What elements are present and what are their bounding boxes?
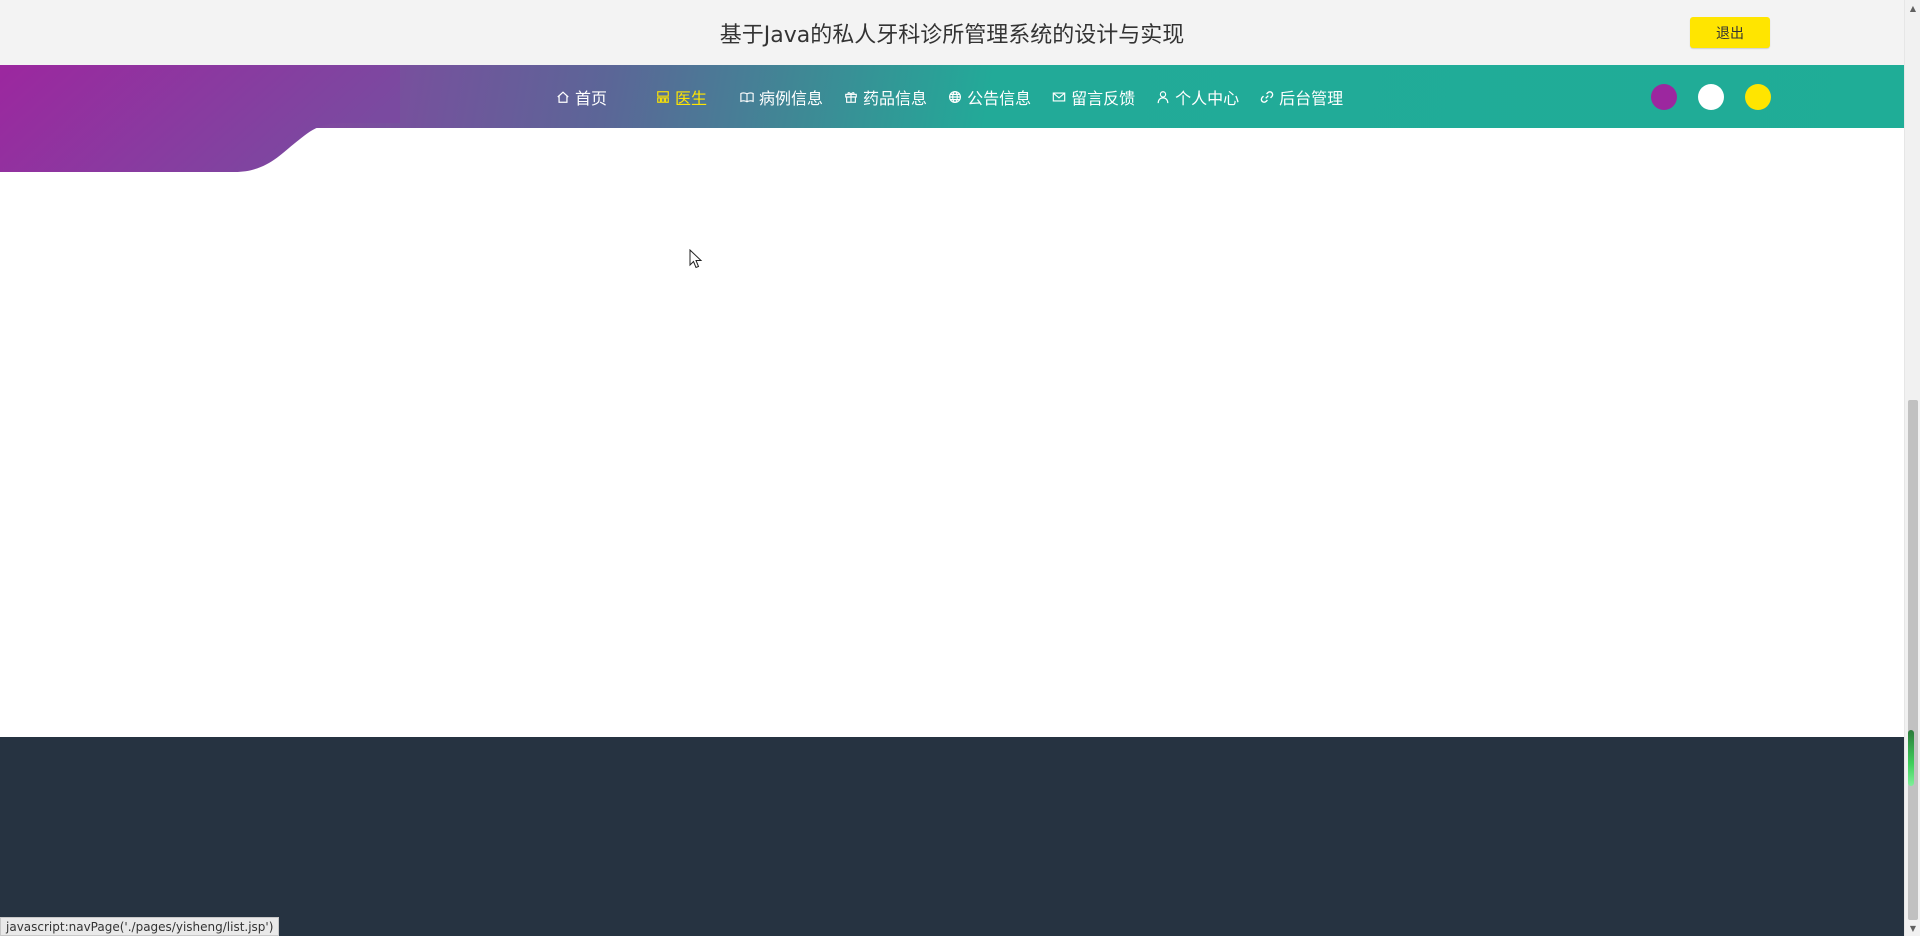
user-icon [1155, 89, 1171, 105]
nav-item-feedback[interactable]: 留言反馈 [1051, 85, 1135, 109]
vertical-scrollbar[interactable]: ▲ ▼ [1904, 0, 1920, 936]
home-icon [555, 89, 571, 105]
theme-dot-purple[interactable] [1651, 84, 1677, 110]
nav-menu: 首页 医生 病例信息 药品信息 公告信息 留言反馈 个人中心 后台管理 [555, 65, 1363, 128]
nav-item-medicine[interactable]: 药品信息 [843, 85, 927, 109]
nav-item-label: 首页 [575, 88, 608, 108]
nav-item-label: 病例信息 [759, 88, 824, 108]
doctor-icon [655, 89, 671, 105]
mail-icon [1051, 89, 1067, 105]
nav-item-announcements[interactable]: 公告信息 [947, 85, 1031, 109]
main-content [0, 175, 1904, 737]
scroll-down-arrow-icon[interactable]: ▼ [1905, 920, 1920, 936]
logout-button[interactable]: 退出 [1690, 17, 1770, 48]
book-icon [739, 89, 755, 105]
nav-item-label: 个人中心 [1175, 88, 1240, 108]
nav-item-admin[interactable]: 后台管理 [1259, 85, 1343, 109]
nav-item-home[interactable]: 首页 [555, 85, 607, 109]
status-bar-link-preview: javascript:navPage('./pages/yisheng/list… [0, 917, 280, 936]
nav-item-cases[interactable]: 病例信息 [739, 85, 823, 109]
theme-dot-white[interactable] [1698, 84, 1724, 110]
nav-item-label: 后台管理 [1279, 88, 1344, 108]
site-title: 基于Java的私人牙科诊所管理系统的设计与实现 [719, 23, 1185, 48]
mouse-cursor-icon [689, 249, 703, 269]
footer [0, 737, 1904, 936]
theme-switcher [1651, 84, 1792, 110]
nav-item-doctor[interactable]: 医生 [655, 85, 707, 109]
scroll-thumb[interactable] [1908, 400, 1918, 920]
scroll-up-arrow-icon[interactable]: ▲ [1905, 0, 1920, 16]
nav-item-label: 公告信息 [967, 88, 1032, 108]
link-icon [1259, 89, 1275, 105]
theme-dot-yellow[interactable] [1745, 84, 1771, 110]
scroll-indicator [1908, 730, 1914, 786]
nav-item-profile[interactable]: 个人中心 [1155, 85, 1239, 109]
nav-item-label: 留言反馈 [1071, 88, 1136, 108]
gift-icon [843, 89, 859, 105]
top-header: 基于Java的私人牙科诊所管理系统的设计与实现 退出 [0, 0, 1904, 65]
nav-item-label: 药品信息 [863, 88, 928, 108]
nav-item-label: 医生 [675, 88, 708, 108]
globe-icon [947, 89, 963, 105]
page: 基于Java的私人牙科诊所管理系统的设计与实现 退出 首页 医生 病例信息 药品… [0, 0, 1920, 936]
